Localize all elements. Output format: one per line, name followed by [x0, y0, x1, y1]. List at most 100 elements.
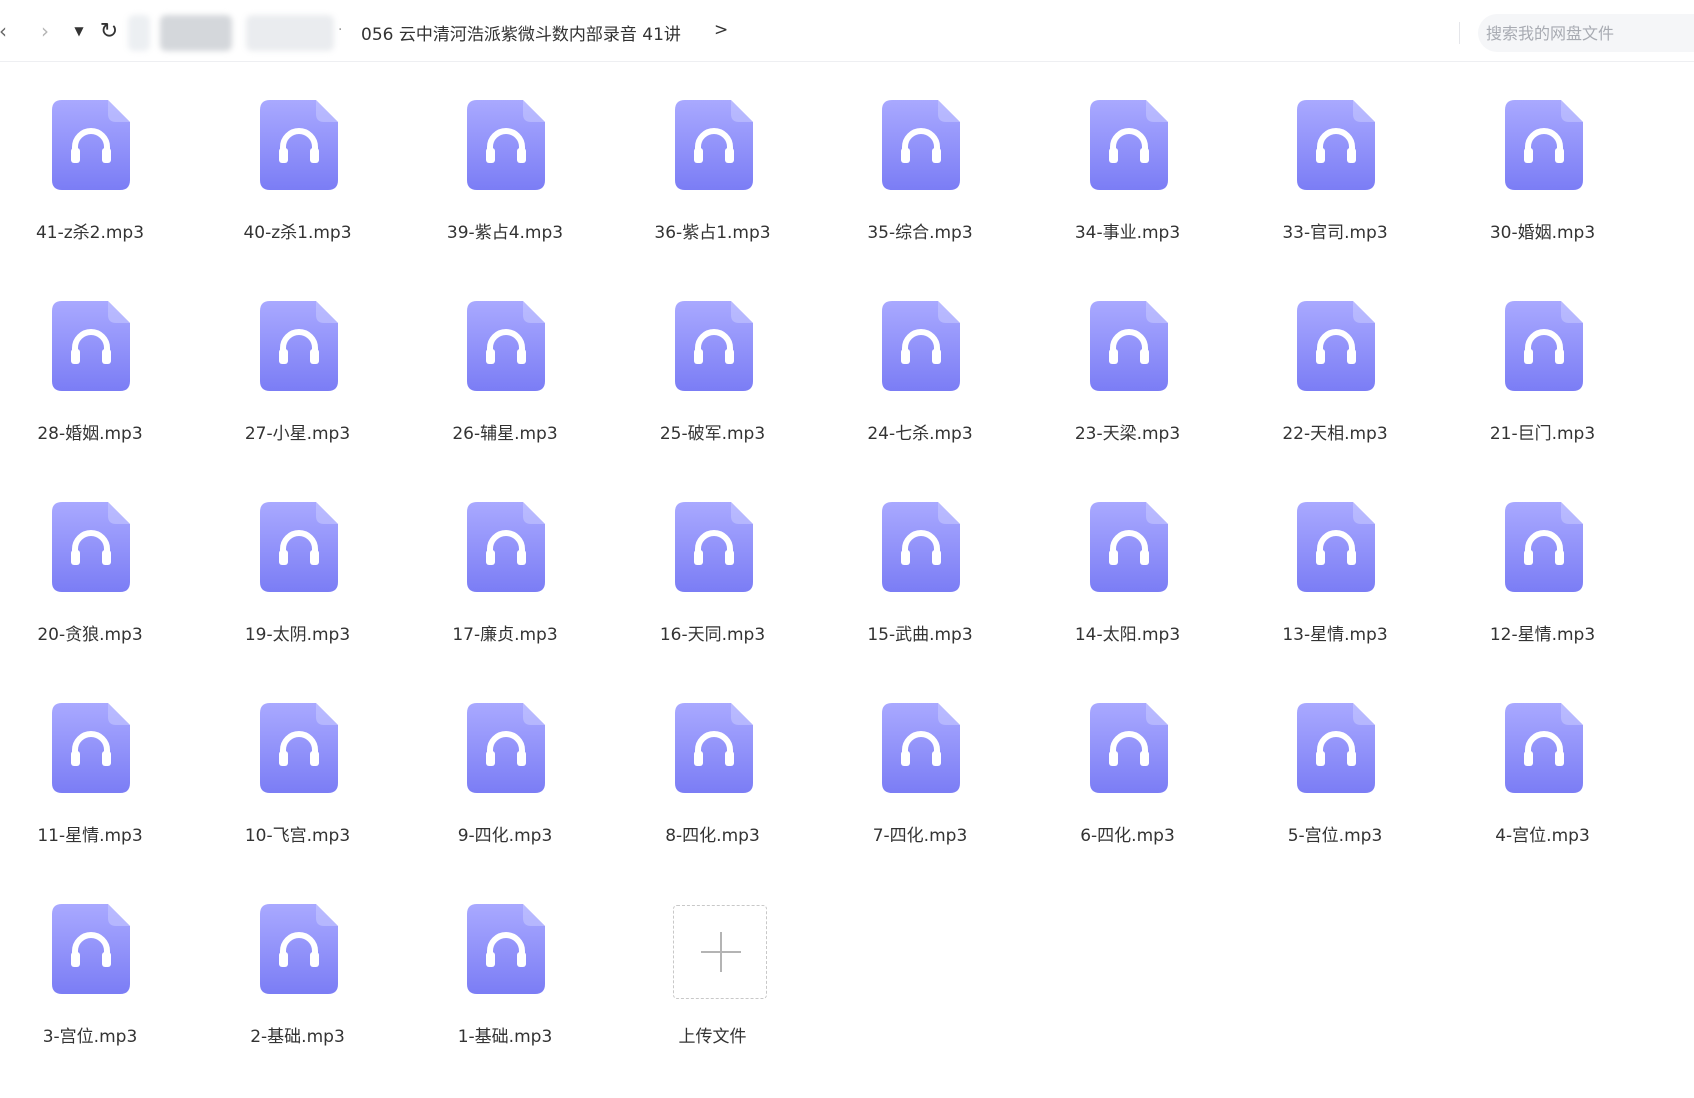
audio-file-icon — [882, 301, 960, 391]
file-item[interactable]: 2-基础.mp3 — [208, 866, 388, 1056]
file-name-label: 20-贪狼.mp3 — [37, 625, 143, 645]
file-name-label: 30-婚姻.mp3 — [1489, 223, 1596, 243]
file-item[interactable]: 40-z杀1.mp3 — [208, 62, 388, 252]
breadcrumb-blurred-segment[interactable] — [246, 15, 334, 51]
file-name-label: 12-星情.mp3 — [1489, 625, 1596, 645]
audio-file-icon — [1089, 703, 1168, 793]
file-item[interactable]: 41-z杀2.mp3 — [0, 62, 180, 252]
file-name-label: 10-飞宫.mp3 — [244, 826, 351, 846]
audio-file-icon — [1297, 502, 1375, 592]
breadcrumb-blurred-segment[interactable] — [128, 15, 150, 51]
upload-file-tile[interactable]: 上传文件 — [623, 866, 803, 1056]
audio-file-icon — [52, 100, 130, 190]
file-item[interactable]: 28-婚姻.mp3 — [0, 263, 180, 453]
toolbar-divider — [1459, 22, 1460, 44]
file-item[interactable]: 33-官司.mp3 — [1245, 62, 1425, 252]
audio-file-icon — [1297, 301, 1375, 391]
file-item[interactable]: 27-小星.mp3 — [208, 263, 388, 453]
audio-file-icon — [259, 301, 338, 391]
file-name-label: 3-宫位.mp3 — [42, 1027, 138, 1047]
file-item[interactable]: 36-紫占1.mp3 — [623, 62, 803, 252]
refresh-icon: ↻ — [99, 18, 119, 44]
audio-file-icon — [1089, 301, 1168, 391]
breadcrumb-blurred-segment[interactable] — [160, 15, 232, 51]
refresh-button[interactable]: ↻ — [96, 18, 122, 44]
breadcrumb-chevron-icon[interactable]: > — [714, 20, 728, 40]
caret-down-icon: ▼ — [74, 24, 84, 38]
audio-file-icon — [674, 502, 753, 592]
audio-file-icon — [52, 703, 130, 793]
audio-file-icon — [467, 502, 545, 592]
history-dropdown-button[interactable]: ▼ — [70, 18, 88, 44]
audio-file-icon — [52, 904, 130, 994]
breadcrumb-current-folder[interactable]: 056 云中清河浩派紫微斗数内部录音 41讲 — [361, 20, 681, 45]
file-name-label: 34-事业.mp3 — [1074, 223, 1181, 243]
file-item[interactable]: 22-天相.mp3 — [1245, 263, 1425, 453]
file-item[interactable]: 17-廉贞.mp3 — [415, 464, 595, 654]
file-item[interactable]: 6-四化.mp3 — [1038, 665, 1218, 855]
file-name-label: 33-官司.mp3 — [1282, 223, 1388, 243]
file-name-label: 36-紫占1.mp3 — [654, 223, 771, 243]
file-item[interactable]: 21-巨门.mp3 — [1453, 263, 1633, 453]
file-item[interactable]: 1-基础.mp3 — [415, 866, 595, 1056]
file-item[interactable]: 24-七杀.mp3 — [830, 263, 1010, 453]
file-item[interactable]: 35-综合.mp3 — [830, 62, 1010, 252]
file-item[interactable]: 39-紫占4.mp3 — [415, 62, 595, 252]
file-item[interactable]: 20-贪狼.mp3 — [0, 464, 180, 654]
file-name-label: 14-太阳.mp3 — [1074, 625, 1181, 645]
audio-file-icon — [259, 100, 338, 190]
file-name-label: 4-宫位.mp3 — [1495, 826, 1590, 846]
file-name-label: 41-z杀2.mp3 — [35, 223, 145, 243]
file-item[interactable]: 19-太阴.mp3 — [208, 464, 388, 654]
chevron-left-icon: ‹ — [0, 19, 7, 43]
file-item[interactable]: 9-四化.mp3 — [415, 665, 595, 855]
file-item[interactable]: 14-太阳.mp3 — [1038, 464, 1218, 654]
file-name-label: 21-巨门.mp3 — [1489, 424, 1596, 444]
file-item[interactable]: 8-四化.mp3 — [623, 665, 803, 855]
file-item[interactable]: 7-四化.mp3 — [830, 665, 1010, 855]
file-item[interactable]: 5-宫位.mp3 — [1245, 665, 1425, 855]
audio-file-icon — [467, 100, 545, 190]
file-item[interactable]: 4-宫位.mp3 — [1453, 665, 1633, 855]
file-item[interactable]: 3-宫位.mp3 — [0, 866, 180, 1056]
audio-file-icon — [52, 502, 130, 592]
file-item[interactable]: 34-事业.mp3 — [1038, 62, 1218, 252]
file-name-label: 1-基础.mp3 — [457, 1027, 553, 1047]
file-name-label: 25-破军.mp3 — [659, 424, 766, 444]
audio-file-icon — [1297, 100, 1375, 190]
file-item[interactable]: 25-破军.mp3 — [623, 263, 803, 453]
search-box[interactable] — [1478, 14, 1694, 52]
file-name-label: 2-基础.mp3 — [250, 1027, 345, 1047]
file-name-label: 19-太阴.mp3 — [244, 625, 351, 645]
audio-file-icon — [674, 301, 753, 391]
file-name-label: 23-天梁.mp3 — [1074, 424, 1181, 444]
audio-file-icon — [882, 502, 960, 592]
audio-file-icon — [467, 703, 545, 793]
plus-icon — [672, 905, 767, 999]
file-item[interactable]: 11-星情.mp3 — [0, 665, 180, 855]
file-item[interactable]: 12-星情.mp3 — [1453, 464, 1633, 654]
back-button[interactable]: ‹ — [0, 18, 14, 44]
audio-file-icon — [259, 502, 338, 592]
audio-file-icon — [1297, 703, 1375, 793]
file-item[interactable]: 13-星情.mp3 — [1245, 464, 1425, 654]
audio-file-icon — [1089, 100, 1168, 190]
audio-file-icon — [1504, 100, 1583, 190]
file-item[interactable]: 16-天同.mp3 — [623, 464, 803, 654]
file-name-label: 35-综合.mp3 — [867, 223, 973, 243]
file-item[interactable]: 30-婚姻.mp3 — [1453, 62, 1633, 252]
audio-file-icon — [467, 904, 545, 994]
file-name-label: 6-四化.mp3 — [1080, 826, 1175, 846]
audio-file-icon — [882, 703, 960, 793]
forward-button[interactable]: › — [34, 18, 56, 44]
file-item[interactable]: 10-飞宫.mp3 — [208, 665, 388, 855]
audio-file-icon — [259, 904, 338, 994]
file-name-label: 16-天同.mp3 — [659, 625, 766, 645]
file-item[interactable]: 15-武曲.mp3 — [830, 464, 1010, 654]
file-item[interactable]: 26-辅星.mp3 — [415, 263, 595, 453]
audio-file-icon — [259, 703, 338, 793]
file-item[interactable]: 23-天梁.mp3 — [1038, 263, 1218, 453]
file-name-label: 17-廉贞.mp3 — [452, 625, 558, 645]
audio-file-icon — [1504, 703, 1583, 793]
search-input[interactable] — [1484, 22, 1688, 44]
